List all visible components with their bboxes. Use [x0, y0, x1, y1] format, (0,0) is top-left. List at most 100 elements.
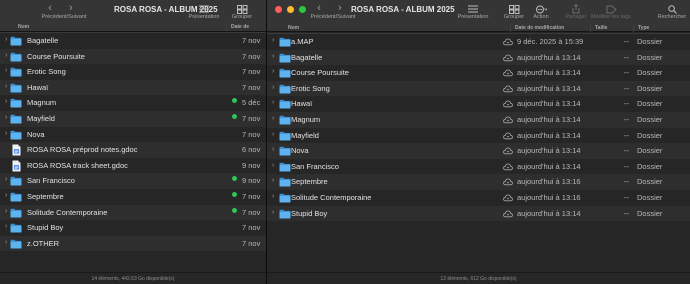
- disclosure-chevron-icon[interactable]: ›: [5, 36, 7, 43]
- file-row[interactable]: › Nova aujourd'hui à 13:14 -- Dossier: [267, 143, 690, 159]
- file-name: ROSA ROSA préprod notes.gdoc: [27, 145, 138, 155]
- file-row[interactable]: › Solitude Contemporaine aujourd'hui à 13:…: [267, 190, 690, 206]
- file-row[interactable]: › San Francisco 9 nov: [0, 173, 266, 189]
- group-button[interactable]: Grouper: [499, 4, 529, 21]
- search-label: Rechercher: [657, 14, 687, 20]
- column-size[interactable]: Taille: [595, 25, 607, 31]
- folder-icon: [10, 83, 22, 93]
- disclosure-chevron-icon[interactable]: ›: [272, 99, 274, 106]
- disclosure-chevron-icon[interactable]: ›: [5, 176, 7, 183]
- file-row[interactable]: › Hawaï 7 nov: [0, 79, 266, 96]
- back-forward-control[interactable]: ‹ › Précédent/Suivant: [34, 3, 94, 21]
- disclosure-chevron-icon[interactable]: ›: [272, 68, 274, 75]
- window-controls: [275, 6, 306, 13]
- folder-icon: [279, 131, 291, 141]
- file-row[interactable]: › Magnum aujourd'hui à 13:14 -- Dossier: [267, 111, 690, 128]
- disclosure-chevron-icon[interactable]: ›: [272, 162, 274, 169]
- cloud-sync-icon: [503, 85, 513, 92]
- column-date[interactable]: Date de modification: [515, 25, 564, 31]
- file-row[interactable]: › Magnum 5 déc: [0, 95, 266, 111]
- file-row[interactable]: › a.MAP 9 déc. 2025 à 15:39 -- Dossier: [267, 34, 690, 50]
- disclosure-chevron-icon[interactable]: ›: [5, 208, 7, 215]
- disclosure-chevron-icon[interactable]: ›: [5, 98, 7, 105]
- file-name: ROSA ROSA track sheet.gdoc: [27, 160, 128, 170]
- cloud-sync-icon: [503, 210, 513, 217]
- disclosure-chevron-icon[interactable]: ›: [5, 52, 7, 59]
- cloud-sync-icon: [503, 194, 513, 202]
- edit-tags-button[interactable]: Modifier les tags: [589, 4, 633, 21]
- disclosure-chevron-icon[interactable]: ›: [272, 53, 274, 60]
- file-row[interactable]: › Bagatelle 7 nov: [0, 33, 266, 49]
- nav-label: Précédent/Suivant: [41, 14, 87, 20]
- file-date: 7 nov: [242, 67, 261, 77]
- file-row[interactable]: › San Francisco aujourd'hui à 13:14 -- Dossi…: [267, 159, 690, 175]
- nav-label: Précédent/Suivant: [310, 14, 356, 20]
- column-name[interactable]: Nom: [288, 25, 299, 31]
- column-name[interactable]: Nom: [18, 24, 29, 30]
- close-window-icon[interactable]: [275, 6, 282, 13]
- file-date: aujourd'hui à 13:14: [517, 130, 581, 140]
- file-row[interactable]: › Solitude Contemporaine 7 nov: [0, 204, 266, 221]
- action-ellipsis-icon: [535, 5, 547, 13]
- disclosure-chevron-icon[interactable]: ›: [5, 67, 7, 74]
- disclosure-chevron-icon[interactable]: ›: [272, 37, 274, 44]
- file-size: --: [624, 130, 629, 140]
- action-button[interactable]: Action: [529, 4, 553, 21]
- file-size: --: [624, 192, 629, 202]
- tags-label: Modifier les tags: [590, 14, 632, 20]
- disclosure-chevron-icon[interactable]: ›: [272, 131, 274, 138]
- disclosure-chevron-icon[interactable]: ›: [272, 177, 274, 184]
- file-row[interactable]: › Stupid Boy aujourd'hui à 13:14 -- Dossier: [267, 205, 690, 222]
- file-row[interactable]: › Mayfield aujourd'hui à 13:14 -- Dossier: [267, 128, 690, 144]
- disclosure-chevron-icon[interactable]: ›: [272, 115, 274, 122]
- column-date[interactable]: Date de: [231, 24, 249, 30]
- file-row[interactable]: › Erotic Song 7 nov: [0, 64, 266, 80]
- presentation-button[interactable]: Présentation: [186, 4, 222, 21]
- file-name: Stupid Boy: [27, 223, 64, 233]
- file-row[interactable]: › Course Poursuite aujourd'hui à 13:14 -- Do…: [267, 65, 690, 81]
- google-doc-icon: [12, 160, 21, 172]
- disclosure-chevron-icon[interactable]: ›: [5, 83, 7, 90]
- file-row[interactable]: › Hawaï aujourd'hui à 13:14 -- Dossier: [267, 96, 690, 112]
- share-label: Partager: [565, 14, 587, 20]
- disclosure-chevron-icon[interactable]: ›: [272, 146, 274, 153]
- file-row[interactable]: › Mayfield 7 nov: [0, 110, 266, 127]
- back-forward-chevrons-icon[interactable]: ‹ ›: [34, 3, 94, 14]
- file-row[interactable]: › Stupid Boy 7 nov: [0, 220, 266, 236]
- file-row[interactable]: › Bagatelle aujourd'hui à 13:14 -- Dossier: [267, 49, 690, 66]
- file-name: Course Poursuite: [27, 51, 85, 61]
- file-name: Solitude Contemporaine: [291, 192, 372, 202]
- disclosure-chevron-icon[interactable]: ›: [5, 239, 7, 246]
- list-view-icon: [468, 5, 478, 13]
- disclosure-chevron-icon[interactable]: ›: [5, 223, 7, 230]
- file-row[interactable]: ROSA ROSA préprod notes.gdoc 6 nov: [0, 142, 266, 158]
- folder-icon: [279, 209, 291, 219]
- disclosure-chevron-icon[interactable]: ›: [5, 130, 7, 137]
- disclosure-chevron-icon[interactable]: ›: [272, 193, 274, 200]
- folder-icon: [279, 84, 291, 94]
- file-date: 7 nov: [242, 207, 261, 217]
- disclosure-chevron-icon[interactable]: ›: [272, 84, 274, 91]
- file-row[interactable]: › Septembre 7 nov: [0, 189, 266, 205]
- disclosure-chevron-icon[interactable]: ›: [272, 209, 274, 216]
- green-status-dot: [232, 191, 237, 197]
- file-row[interactable]: › z.OTHER 7 nov: [0, 235, 266, 252]
- file-row[interactable]: › Course Poursuite 7 nov: [0, 48, 266, 65]
- search-button[interactable]: Rechercher: [655, 4, 689, 21]
- presentation-button[interactable]: Présentation: [455, 4, 491, 21]
- presentation-label: Présentation: [457, 14, 489, 20]
- file-row[interactable]: › Nova 7 nov: [0, 127, 266, 143]
- disclosure-chevron-icon[interactable]: ›: [5, 114, 7, 121]
- disclosure-chevron-icon[interactable]: ›: [5, 192, 7, 199]
- file-name: Stupid Boy: [291, 208, 328, 218]
- group-button[interactable]: Grouper: [226, 4, 258, 21]
- folder-icon: [10, 130, 22, 140]
- file-row[interactable]: › Septembre aujourd'hui à 13:16 -- Dossier: [267, 174, 690, 190]
- cloud-sync-icon: [503, 132, 513, 139]
- file-name: Nova: [27, 129, 45, 139]
- column-kind[interactable]: Type: [638, 25, 649, 31]
- share-button[interactable]: Partager: [563, 4, 589, 21]
- file-row[interactable]: › Erotic Song aujourd'hui à 13:14 -- Dossier: [267, 80, 690, 97]
- file-row[interactable]: ROSA ROSA track sheet.gdoc 9 nov: [0, 158, 266, 174]
- minimize-window-icon[interactable]: [287, 6, 294, 13]
